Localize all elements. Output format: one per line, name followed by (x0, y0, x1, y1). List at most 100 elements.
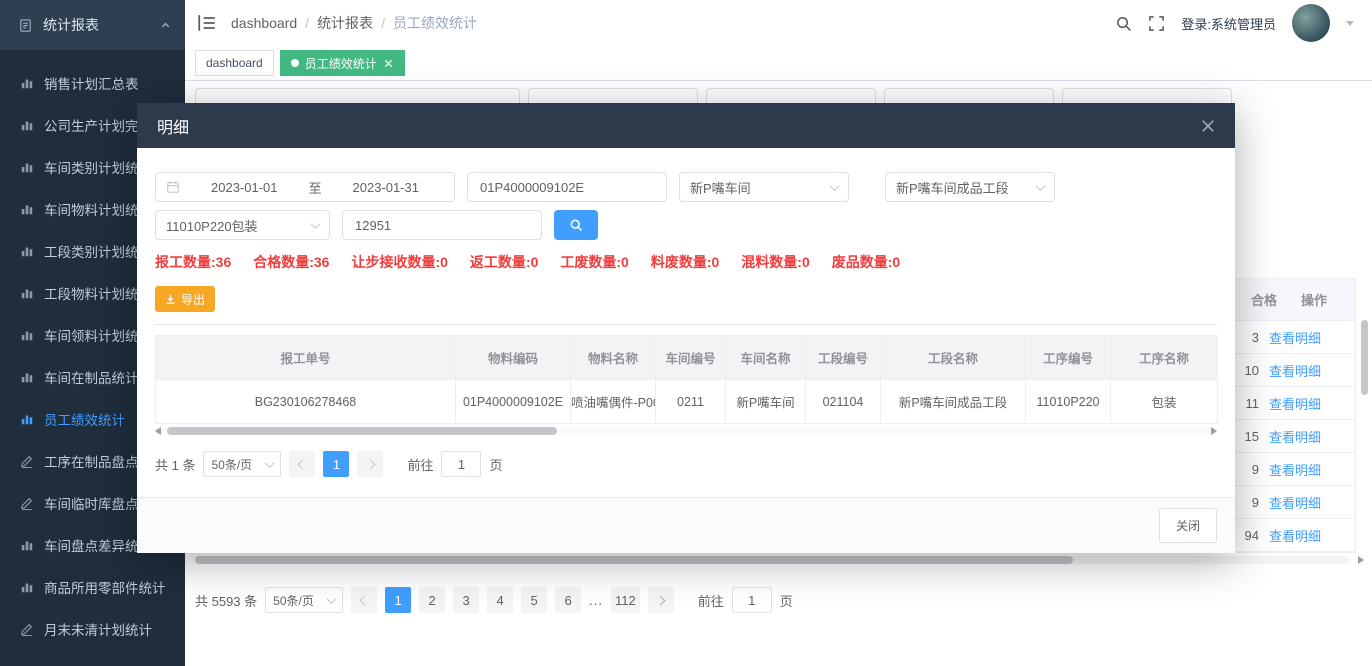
sidebar-item-sales-plan-summary[interactable]: 销售计划汇总表 (0, 62, 185, 104)
bar-chart-icon (20, 202, 34, 216)
date-range-picker[interactable]: 2023-01-01 至 2023-01-31 (155, 172, 455, 202)
view-detail-link[interactable]: 查看明细 (1269, 493, 1321, 512)
tabs-bar: dashboard 员工绩效统计 (185, 46, 1372, 81)
page-button-6[interactable]: 6 (555, 587, 581, 613)
export-label: 导出 (181, 291, 205, 308)
horizontal-scrollbar[interactable] (195, 556, 1350, 564)
column-actions: 操作 (1301, 290, 1327, 309)
scrollbar-thumb[interactable] (195, 556, 1073, 564)
hamburger-menu-icon[interactable] (197, 13, 217, 33)
bar-chart-icon (20, 160, 34, 174)
view-detail-link[interactable]: 查看明细 (1269, 427, 1321, 446)
active-dot-icon (291, 59, 299, 67)
top-navbar: dashboard / 统计报表 / 员工绩效统计 登录:系统管理员 (185, 0, 1372, 46)
modal-horizontal-scrollbar[interactable] (155, 427, 1217, 435)
sidebar-item-label: 商品所用零部件统计 (44, 577, 166, 597)
col-process-name: 工序名称 (1111, 336, 1218, 380)
cell-process-no: 11010P220 (1026, 380, 1111, 424)
section-select[interactable]: 新P嘴车间成品工段 (885, 172, 1055, 202)
avatar[interactable] (1292, 4, 1330, 42)
goto-page-input[interactable] (441, 451, 481, 477)
pagination-ellipsis[interactable]: ... (589, 593, 603, 608)
close-icon[interactable] (383, 58, 394, 69)
sidebar-item-product-parts-stats[interactable]: 商品所用零部件统计 (0, 566, 185, 608)
sidebar-item-label: 车间类别计划统计 (44, 157, 152, 177)
page-button-5[interactable]: 5 (521, 587, 547, 613)
bar-chart-icon (20, 244, 34, 258)
detail-table-header-row: 报工单号 物料编码 物料名称 车间编号 车间名称 工段编号 工段名称 工序编号 … (156, 336, 1218, 380)
page-button-1[interactable]: 1 (385, 587, 411, 613)
workshop-select[interactable]: 新P嘴车间 (679, 172, 849, 202)
stat-mixed-qty: 混料数量:0 (741, 252, 809, 272)
fullscreen-icon[interactable] (1148, 15, 1165, 32)
sidebar-menu-statistics-reports[interactable]: 统计报表 (0, 0, 185, 50)
sidebar-item-label: 车间物料计划统计 (44, 199, 152, 219)
stat-qualified-qty: 合格数量:36 (253, 252, 329, 272)
sidebar-item-month-end-open-plan[interactable]: 月末未清计划统计 (0, 608, 185, 650)
qualified-value: 11 (1237, 396, 1259, 411)
detail-table-row[interactable]: BG230106278468 01P4000009102E 喷油嘴偶件-P009… (156, 380, 1218, 424)
date-start-value[interactable]: 2023-01-01 (186, 180, 303, 195)
bar-chart-icon (20, 412, 34, 426)
date-end-value[interactable]: 2023-01-31 (328, 180, 445, 195)
view-detail-link[interactable]: 查看明细 (1269, 394, 1321, 413)
bar-chart-icon (20, 76, 34, 90)
tab-dashboard[interactable]: dashboard (195, 50, 274, 76)
next-page-button[interactable] (648, 587, 674, 613)
scroll-right-arrow-icon[interactable] (1358, 556, 1364, 564)
cell-workshop-no: 0211 (656, 380, 726, 424)
scroll-left-arrow-icon[interactable] (155, 427, 161, 435)
view-detail-link[interactable]: 查看明细 (1269, 328, 1321, 347)
search-button[interactable] (554, 210, 598, 240)
col-process-no: 工序编号 (1026, 336, 1111, 380)
view-detail-link[interactable]: 查看明细 (1269, 526, 1321, 545)
background-pagination: 共 5593 条 50条/页 1 2 3 4 5 6 ... 112 前往 页 (195, 587, 793, 613)
breadcrumb-statistics[interactable]: 统计报表 (317, 13, 373, 33)
page-button-2[interactable]: 2 (419, 587, 445, 613)
stat-waste-qty: 废品数量:0 (832, 252, 900, 272)
view-detail-link[interactable]: 查看明细 (1269, 361, 1321, 380)
qualified-value: 94 (1237, 528, 1259, 543)
page-size-select[interactable]: 50条/页 (265, 587, 343, 613)
close-modal-button[interactable]: 关闭 (1159, 508, 1217, 543)
process-select[interactable]: 11010P220包装 (155, 210, 330, 240)
page-button-3[interactable]: 3 (453, 587, 479, 613)
caret-down-icon[interactable] (1346, 21, 1354, 26)
cell-process-name: 包装 (1111, 380, 1218, 424)
next-page-button[interactable] (357, 451, 383, 477)
tab-employee-performance[interactable]: 员工绩效统计 (280, 50, 405, 76)
goto-page-input[interactable] (732, 587, 772, 613)
modal-pagination: 共 1 条 50条/页 1 前往 页 (155, 451, 1217, 477)
qualified-value: 9 (1237, 495, 1259, 510)
breadcrumb-dashboard[interactable]: dashboard (231, 15, 297, 31)
modal-header: 明细 (137, 103, 1235, 148)
process-select-value: 11010P220包装 (166, 216, 258, 235)
chevron-up-icon (160, 20, 171, 31)
page-button-last[interactable]: 112 (611, 587, 640, 613)
modal-filter-row-1: 2023-01-01 至 2023-01-31 新P嘴车间 新P嘴车间成品工段 (155, 172, 1217, 202)
material-code-input[interactable] (467, 172, 667, 202)
view-detail-link[interactable]: 查看明细 (1269, 460, 1321, 479)
report-number-input[interactable] (342, 210, 542, 240)
bar-chart-icon (20, 538, 34, 552)
prev-page-button[interactable] (289, 451, 315, 477)
scroll-right-arrow-icon[interactable] (1211, 427, 1217, 435)
calendar-icon (166, 180, 180, 194)
prev-page-button[interactable] (351, 587, 377, 613)
download-icon (165, 294, 176, 305)
sidebar-item-label: 车间盘点差异统计 (44, 535, 152, 555)
scrollbar-thumb[interactable] (167, 427, 557, 435)
search-icon[interactable] (1115, 15, 1132, 32)
chevron-right-icon (656, 595, 666, 605)
page-button-1[interactable]: 1 (323, 451, 349, 477)
export-button[interactable]: 导出 (155, 286, 215, 312)
col-material-name: 物料名称 (571, 336, 656, 380)
scrollbar-thumb[interactable] (1361, 320, 1368, 395)
page-size-select[interactable]: 50条/页 (203, 451, 281, 477)
chevron-right-icon (366, 459, 376, 469)
sidebar-item-label: 工段物料计划统计 (44, 283, 152, 303)
page-button-4[interactable]: 4 (487, 587, 513, 613)
goto-suffix: 页 (489, 455, 502, 474)
close-icon[interactable] (1201, 119, 1215, 133)
goto-label: 前往 (698, 591, 724, 610)
